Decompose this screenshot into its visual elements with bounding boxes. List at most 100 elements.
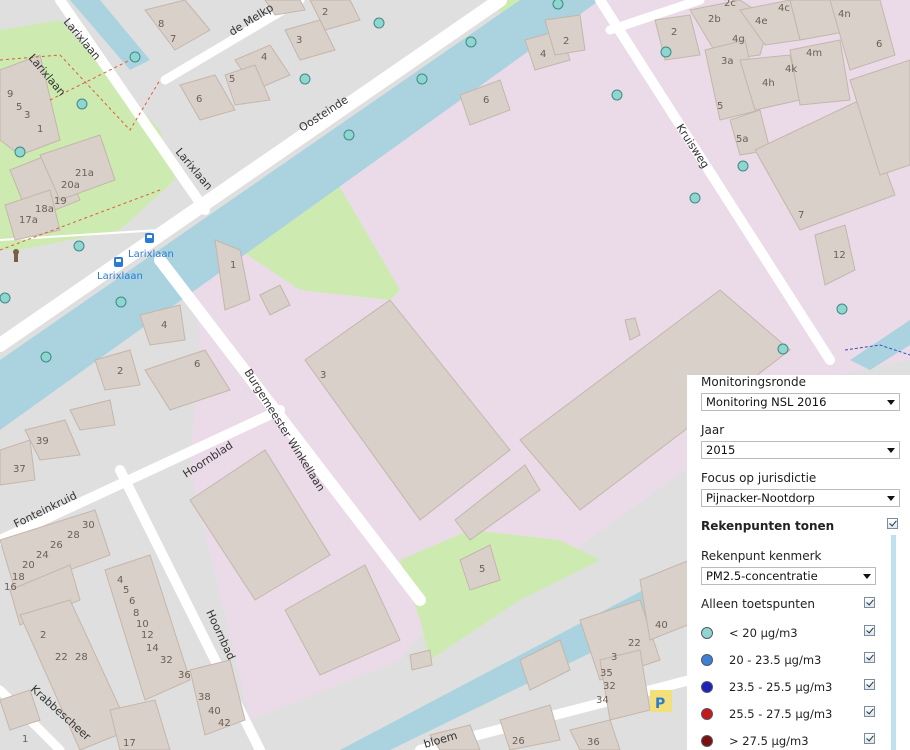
legend-dot-icon	[701, 708, 713, 720]
svg-text:6: 6	[194, 359, 200, 370]
svg-text:12: 12	[833, 250, 846, 261]
svg-text:6: 6	[196, 94, 202, 105]
svg-text:2: 2	[117, 366, 123, 377]
monitoringronde-value: Monitoring NSL 2016	[706, 395, 827, 409]
svg-text:12: 12	[141, 630, 154, 641]
svg-text:4k: 4k	[785, 64, 797, 75]
rekenpunten-label: Rekenpunten tonen	[701, 519, 835, 533]
chevron-down-icon	[887, 496, 895, 501]
svg-text:22: 22	[55, 652, 68, 663]
svg-text:4n: 4n	[838, 9, 851, 20]
svg-text:36: 36	[587, 737, 600, 748]
svg-text:4: 4	[261, 52, 267, 63]
svg-text:7: 7	[798, 210, 804, 221]
legend-label: < 20 µg/m3	[729, 626, 798, 640]
svg-text:4g: 4g	[732, 34, 745, 45]
svg-text:1: 1	[22, 734, 28, 745]
svg-text:28: 28	[67, 530, 80, 541]
svg-text:6: 6	[129, 596, 135, 607]
monitoringronde-select[interactable]: Monitoring NSL 2016	[701, 393, 900, 411]
svg-text:38: 38	[198, 692, 211, 703]
svg-text:20: 20	[22, 560, 35, 571]
svg-text:36: 36	[178, 670, 191, 681]
svg-text:42: 42	[218, 718, 231, 729]
svg-text:32: 32	[603, 681, 616, 692]
focus-select[interactable]: Pijnacker-Nootdorp	[701, 489, 900, 507]
svg-text:4h: 4h	[762, 78, 775, 89]
legend-dot-icon	[701, 735, 713, 747]
svg-text:3: 3	[611, 652, 617, 663]
svg-text:8: 8	[158, 19, 164, 30]
chevron-down-icon	[887, 448, 895, 453]
focus-label: Focus op jurisdictie	[701, 471, 817, 485]
svg-text:4e: 4e	[755, 16, 768, 27]
rekenpunten-checkbox[interactable]	[887, 518, 898, 529]
svg-text:18a: 18a	[35, 204, 54, 215]
svg-text:4m: 4m	[806, 48, 822, 59]
focus-value: Pijnacker-Nootdorp	[706, 491, 815, 505]
svg-text:5: 5	[717, 101, 723, 112]
svg-text:4c: 4c	[778, 3, 790, 14]
toetspunten-label: Alleen toetspunten	[701, 597, 815, 611]
svg-text:5: 5	[479, 564, 485, 575]
bus-stop-icon[interactable]	[145, 233, 154, 243]
kenmerk-value: PM2.5-concentratie	[706, 569, 818, 583]
svg-text:17a: 17a	[19, 215, 38, 226]
monitoringronde-label: Monitoringsronde	[701, 375, 807, 389]
settings-panel: Monitoringsronde Monitoring NSL 2016 Jaa…	[687, 375, 910, 750]
legend-checkbox[interactable]	[864, 652, 875, 663]
svg-text:28: 28	[75, 652, 88, 663]
svg-text:6: 6	[483, 95, 489, 106]
svg-text:2: 2	[322, 7, 328, 18]
legend-dot-icon	[701, 627, 713, 639]
svg-text:32: 32	[160, 655, 173, 666]
bus-stop-icon[interactable]	[114, 257, 123, 267]
svg-text:2: 2	[40, 630, 46, 641]
svg-text:35: 35	[600, 668, 613, 679]
legend-checkbox[interactable]	[864, 733, 875, 744]
parking-letter: P	[655, 696, 665, 712]
chevron-down-icon	[863, 574, 871, 579]
svg-text:34: 34	[596, 695, 609, 706]
svg-text:3: 3	[296, 35, 302, 46]
svg-text:39: 39	[36, 436, 49, 447]
svg-text:8: 8	[133, 608, 139, 619]
svg-text:37: 37	[13, 464, 26, 475]
panel-scrollbar[interactable]	[891, 535, 896, 750]
svg-text:3a: 3a	[721, 56, 734, 67]
legend-dot-icon	[701, 681, 713, 693]
kenmerk-label: Rekenpunt kenmerk	[701, 549, 822, 563]
svg-text:4: 4	[161, 320, 167, 331]
legend-checkbox[interactable]	[864, 706, 875, 717]
svg-text:30: 30	[82, 520, 95, 531]
svg-text:6: 6	[876, 39, 882, 50]
svg-text:26: 26	[50, 540, 63, 551]
svg-text:2b: 2b	[708, 14, 721, 25]
toetspunten-checkbox[interactable]	[864, 597, 875, 608]
jaar-value: 2015	[706, 443, 736, 457]
svg-text:5: 5	[16, 102, 22, 113]
svg-text:9: 9	[7, 89, 13, 100]
svg-text:16: 16	[4, 582, 17, 593]
svg-text:5: 5	[123, 585, 129, 596]
svg-text:4: 4	[540, 49, 546, 60]
svg-text:24: 24	[36, 550, 49, 561]
svg-text:2c: 2c	[724, 0, 736, 9]
svg-text:17: 17	[123, 738, 136, 749]
jaar-select[interactable]: 2015	[701, 441, 900, 459]
legend-label: 25.5 - 27.5 µg/m3	[729, 707, 833, 721]
legend-checkbox[interactable]	[864, 679, 875, 690]
svg-text:5: 5	[229, 74, 235, 85]
svg-text:40: 40	[208, 706, 221, 717]
chevron-down-icon	[887, 400, 895, 405]
kenmerk-select[interactable]: PM2.5-concentratie	[701, 567, 876, 585]
svg-text:2: 2	[563, 36, 569, 47]
svg-text:5a: 5a	[736, 134, 749, 145]
svg-text:40: 40	[655, 620, 668, 631]
svg-text:22: 22	[628, 638, 641, 649]
jaar-label: Jaar	[701, 423, 725, 437]
legend-checkbox[interactable]	[864, 625, 875, 636]
svg-text:21a: 21a	[75, 168, 94, 179]
svg-text:3: 3	[320, 370, 326, 381]
svg-text:1: 1	[37, 124, 43, 135]
